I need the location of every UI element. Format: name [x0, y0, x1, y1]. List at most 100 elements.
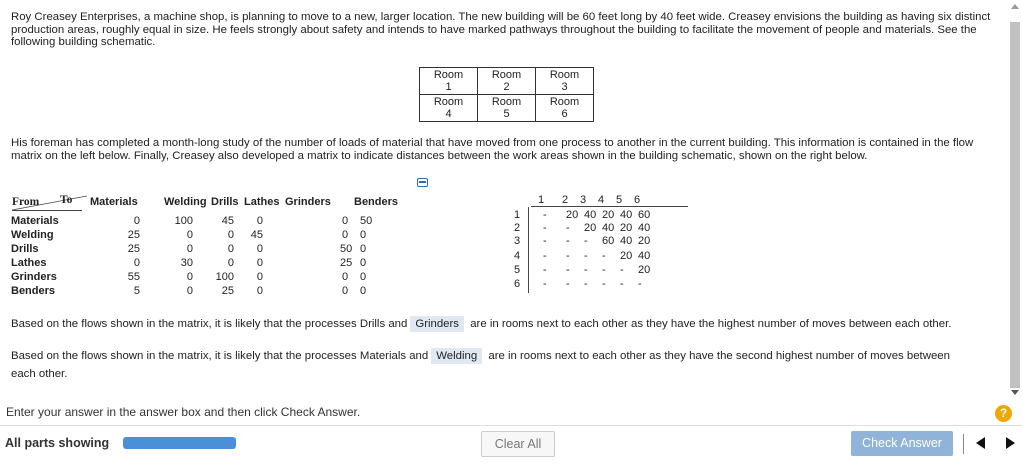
flow-cell: 0 — [256, 285, 263, 297]
scroll-down-icon[interactable] — [1011, 390, 1019, 395]
distance-cell: - — [543, 278, 547, 290]
flow-cell: 0 — [342, 285, 349, 297]
intro-paragraph: Roy Creasey Enterprises, a machine shop,… — [11, 11, 991, 48]
flow-cell: 25 — [127, 243, 140, 255]
answer-box-1[interactable]: Grinders — [410, 316, 465, 332]
distance-cell: - — [584, 278, 588, 290]
flow-cell: 0 — [360, 285, 367, 297]
clear-all-button[interactable]: Clear All — [481, 431, 555, 457]
flow-cell: 25 — [221, 285, 234, 297]
room-1: Room 1 — [419, 67, 478, 95]
flow-cell: 0 — [342, 215, 349, 227]
distance-col-header: 1 — [538, 194, 545, 206]
flow-row-label: Drills — [11, 243, 39, 255]
distance-col-header: 6 — [634, 194, 641, 206]
flow-cell: 0 — [186, 285, 193, 297]
flow-row-label: Grinders — [11, 271, 57, 283]
room-2: Room 2 — [477, 67, 536, 95]
flow-col-header: Benders — [354, 196, 399, 208]
flow-cell: 0 — [342, 229, 349, 241]
distance-col-header: 3 — [580, 194, 587, 206]
distance-col-header: 4 — [598, 194, 605, 206]
distance-cell: - — [584, 235, 588, 247]
distance-cell: - — [566, 264, 570, 276]
distance-cell: - — [543, 209, 547, 221]
flow-cell: 0 — [256, 243, 263, 255]
flow-row-label: Lathes — [11, 257, 47, 269]
flow-cell: 30 — [180, 257, 193, 269]
flow-col-header: Materials — [90, 196, 138, 208]
distance-cell: - — [543, 264, 547, 276]
distance-cell: - — [543, 222, 547, 234]
distance-cell: 20 — [602, 209, 615, 221]
distance-header-rule — [531, 206, 688, 207]
scrollbar-thumb[interactable] — [1010, 22, 1020, 388]
distance-cell: 40 — [584, 209, 597, 221]
distance-cell: - — [620, 264, 624, 276]
distance-cell: - — [566, 222, 570, 234]
flow-cell: 55 — [127, 271, 140, 283]
distance-row-label: 2 — [514, 222, 521, 234]
flow-cell: 50 — [340, 243, 353, 255]
distance-row-label: 1 — [514, 209, 521, 221]
flow-cell: 5 — [133, 285, 140, 297]
distance-cell: 20 — [638, 264, 651, 276]
flow-cell: 0 — [186, 243, 193, 255]
next-arrow-icon[interactable] — [1006, 437, 1015, 449]
distance-cell: - — [566, 278, 570, 290]
distance-cell: - — [620, 278, 624, 290]
building-schematic: Room 1 Room 2 Room 3 Room 4 Room 5 Room 6 — [419, 67, 594, 122]
flow-col-header: Grinders — [285, 196, 331, 208]
flow-cell: 50 — [360, 215, 373, 227]
distance-row-label: 4 — [514, 250, 521, 262]
instruction-text: Enter your answer in the answer box and … — [6, 405, 361, 419]
answer-box-2[interactable]: Welding — [431, 348, 483, 364]
question-2-continued: each other. — [11, 368, 68, 380]
nav-separator — [963, 434, 964, 454]
flow-cell: 0 — [360, 271, 367, 283]
question-2: Based on the flows shown in the matrix, … — [11, 348, 950, 364]
flow-cell: 25 — [340, 257, 353, 269]
flow-row-label: Benders — [11, 285, 56, 297]
distance-row-rule — [528, 207, 529, 293]
flow-header-rule — [12, 210, 82, 211]
scroll-up-icon[interactable] — [1011, 4, 1019, 9]
flow-col-header: Welding — [164, 196, 207, 208]
distance-cell: - — [602, 278, 606, 290]
flow-cell: 0 — [227, 243, 234, 255]
flow-col-header: Drills — [211, 196, 239, 208]
flow-cell: 0 — [227, 257, 234, 269]
flow-cell: 100 — [215, 271, 234, 283]
question-1: Based on the flows shown in the matrix, … — [11, 316, 952, 332]
distance-cell: - — [602, 264, 606, 276]
distance-cell: 40 — [602, 222, 615, 234]
distance-row-label: 6 — [514, 278, 521, 290]
room-4: Room 4 — [419, 94, 478, 122]
distance-col-header: 5 — [616, 194, 623, 206]
room-5: Room 5 — [477, 94, 536, 122]
distance-cell: 20 — [638, 235, 651, 247]
from-label: From — [12, 196, 40, 208]
distance-cell: - — [566, 235, 570, 247]
check-answer-button[interactable]: Check Answer — [851, 431, 953, 456]
all-parts-label: All parts showing — [5, 436, 110, 450]
distance-cell: 60 — [638, 209, 651, 221]
distance-cell: 40 — [638, 222, 651, 234]
distance-cell: 20 — [566, 209, 579, 221]
flow-row-label: Welding — [11, 229, 54, 241]
previous-arrow-icon[interactable] — [976, 437, 985, 449]
distance-row-label: 3 — [514, 235, 521, 247]
help-button[interactable]: ? — [995, 405, 1012, 422]
pencil-icon[interactable] — [417, 178, 428, 187]
flow-cell: 0 — [227, 229, 234, 241]
footer-divider — [0, 425, 1022, 426]
flow-cell: 45 — [250, 229, 263, 241]
flow-cell: 0 — [342, 271, 349, 283]
to-label: To — [60, 194, 73, 206]
distance-cell: - — [566, 250, 570, 262]
flow-cell: 0 — [186, 271, 193, 283]
distance-cell: 20 — [620, 222, 633, 234]
flow-cell: 0 — [256, 271, 263, 283]
flow-cell: 0 — [360, 257, 367, 269]
flow-cell: 0 — [133, 257, 140, 269]
